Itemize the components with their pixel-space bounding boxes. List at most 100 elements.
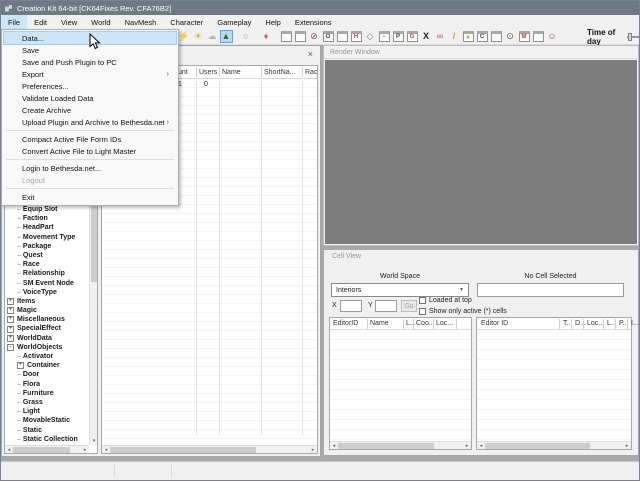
prohibit-icon[interactable]: ⊘ bbox=[308, 30, 321, 43]
column-header-editorid[interactable]: Editor ID bbox=[481, 320, 508, 327]
scroll-right-icon[interactable]: ▸ bbox=[309, 446, 317, 454]
tree-item-equip-slot[interactable]: –Equip Slot bbox=[5, 205, 88, 214]
world-space-dropdown[interactable]: Interiors ▼ bbox=[331, 283, 469, 297]
expand-icon[interactable]: + bbox=[7, 326, 14, 333]
ref-list-hscroll-thumb[interactable] bbox=[485, 443, 590, 449]
tree-item-activator[interactable]: –Activator bbox=[5, 352, 88, 361]
scroll-right-icon[interactable]: ▸ bbox=[81, 446, 89, 454]
tree-item-faction[interactable]: –Faction bbox=[5, 214, 88, 223]
o-window-icon[interactable]: O bbox=[323, 31, 334, 42]
column-header-i[interactable]: I... bbox=[631, 320, 639, 327]
ref-list-header[interactable]: Editor IDT...D...Loc...L...P...I... bbox=[477, 318, 631, 330]
tree-item-movement-type[interactable]: –Movement Type bbox=[5, 233, 88, 242]
render-viewport[interactable] bbox=[325, 60, 637, 244]
tree-horizontal-scrollbar[interactable]: ◂ ▸ bbox=[5, 445, 89, 453]
clock-icon[interactable]: ⊙ bbox=[504, 30, 517, 43]
time-of-day-slider-thumb[interactable] bbox=[628, 33, 632, 41]
tree-item-items[interactable]: +Items bbox=[5, 297, 88, 306]
tree-item-magic[interactable]: +Magic bbox=[5, 306, 88, 315]
column-header-shortna[interactable]: ShortNa... bbox=[264, 69, 296, 76]
link-icon[interactable]: ∞ bbox=[434, 30, 447, 43]
tree-item-static-collection[interactable]: –Static Collection bbox=[5, 435, 88, 444]
light-bulb-icon[interactable]: ☀ bbox=[192, 30, 205, 43]
column-header-coo[interactable]: Coo... bbox=[416, 320, 435, 327]
scroll-left-icon[interactable]: ◂ bbox=[330, 442, 338, 450]
cell-list-hscroll-thumb[interactable] bbox=[338, 443, 434, 449]
tree-item-voicetype[interactable]: –VoiceType bbox=[5, 288, 88, 297]
show-only-active-checkbox[interactable] bbox=[419, 308, 426, 315]
scroll-left-icon[interactable]: ◂ bbox=[102, 446, 110, 454]
file-menu-item-logout[interactable]: Logout bbox=[4, 174, 176, 186]
menu-world[interactable]: World bbox=[84, 15, 117, 29]
tree-item-furniture[interactable]: –Furniture bbox=[5, 389, 88, 398]
expand-icon[interactable]: + bbox=[7, 316, 14, 323]
c-window-icon[interactable]: C bbox=[477, 31, 488, 42]
g-window-icon[interactable]: G bbox=[407, 31, 418, 42]
expand-icon[interactable]: + bbox=[7, 298, 14, 305]
column-header-users[interactable]: Users bbox=[199, 69, 217, 76]
pick-icon[interactable]: / bbox=[448, 30, 461, 43]
scroll-left-icon[interactable]: ◂ bbox=[477, 442, 485, 450]
h-window-icon[interactable]: H bbox=[351, 31, 362, 42]
column-header-l[interactable]: L... bbox=[406, 320, 416, 327]
cube-icon[interactable]: ◇ bbox=[364, 30, 377, 43]
file-menu-item-convert-active-file-to-light-master[interactable]: Convert Active File to Light Master bbox=[4, 145, 176, 157]
cell-list-header[interactable]: EditorIDNameL...Coo...Loc... bbox=[330, 318, 471, 330]
tree-item-grass[interactable]: –Grass bbox=[5, 398, 88, 407]
column-header-name[interactable]: Name bbox=[222, 69, 241, 76]
menu-edit[interactable]: Edit bbox=[27, 15, 54, 29]
dot-window-icon[interactable]: ▫ bbox=[379, 31, 390, 42]
menu-file[interactable]: File bbox=[1, 15, 27, 29]
y-input[interactable] bbox=[375, 300, 397, 312]
file-menu-item-login-to-bethesda-net[interactable]: Login to Bethesda.net... bbox=[4, 162, 176, 174]
cell-list-hscrollbar[interactable]: ◂ ▸ bbox=[330, 441, 471, 449]
menu-character[interactable]: Character bbox=[163, 15, 210, 29]
cell-list-body[interactable] bbox=[330, 330, 471, 441]
speech-bubble-icon[interactable]: ○ bbox=[240, 30, 253, 43]
expand-icon[interactable]: + bbox=[17, 362, 24, 369]
list-hscroll-thumb[interactable] bbox=[110, 447, 256, 453]
x-input[interactable] bbox=[340, 300, 362, 312]
column-header-loc[interactable]: Loc... bbox=[587, 320, 604, 327]
file-menu-item-upload-plugin-and-archive-to-bethesda-net[interactable]: Upload Plugin and Archive to Bethesda.ne… bbox=[4, 116, 176, 128]
menu-extensions[interactable]: Extensions bbox=[288, 15, 339, 29]
tree-item-package[interactable]: –Package bbox=[5, 242, 88, 251]
go-button[interactable]: Go bbox=[401, 300, 417, 312]
column-header-loc[interactable]: Loc... bbox=[436, 320, 453, 327]
tree-item-relationship[interactable]: –Relationship bbox=[5, 269, 88, 278]
list-horizontal-scrollbar[interactable]: ◂ ▸ bbox=[102, 445, 317, 453]
tree-hscroll-thumb[interactable] bbox=[13, 447, 70, 453]
tree-item-quest[interactable]: –Quest bbox=[5, 251, 88, 260]
time-of-day-slider[interactable] bbox=[627, 36, 639, 38]
fog-icon[interactable]: ☁ bbox=[206, 30, 219, 43]
tree-item-container[interactable]: +Container bbox=[5, 361, 88, 370]
scroll-right-icon[interactable]: ▸ bbox=[623, 442, 631, 450]
column-header-d[interactable]: D... bbox=[575, 320, 586, 327]
file-menu-item-exit[interactable]: Exit bbox=[4, 191, 176, 203]
tree-item-headpart[interactable]: –HeadPart bbox=[5, 223, 88, 232]
window-icon-5[interactable] bbox=[533, 31, 544, 42]
scroll-right-icon[interactable]: ▸ bbox=[463, 442, 471, 450]
tree-item-race[interactable]: –Race bbox=[5, 260, 88, 269]
file-menu-item-export[interactable]: Export› bbox=[4, 68, 176, 80]
close-icon[interactable]: × bbox=[308, 49, 313, 59]
p-window-icon[interactable]: P bbox=[393, 31, 404, 42]
file-menu-item-save-and-push-plugin-to-pc[interactable]: Save and Push Plugin to PC bbox=[4, 56, 176, 68]
window-icon-2[interactable] bbox=[295, 31, 306, 42]
face-icon[interactable]: ☺ bbox=[546, 30, 559, 43]
tree-item-miscellaneous[interactable]: +Miscellaneous bbox=[5, 315, 88, 324]
file-menu-item-validate-loaded-data[interactable]: Validate Loaded Data bbox=[4, 92, 176, 104]
tree-item-flora[interactable]: –Flora bbox=[5, 380, 88, 389]
menu-navmesh[interactable]: NavMesh bbox=[118, 15, 164, 29]
column-header-race[interactable]: Race bbox=[305, 69, 318, 76]
tree-item-specialeffect[interactable]: +SpecialEffect bbox=[5, 324, 88, 333]
cell-filter-input[interactable] bbox=[477, 283, 624, 297]
file-menu-item-preferences[interactable]: Preferences... bbox=[4, 80, 176, 92]
ref-list-body[interactable] bbox=[477, 330, 631, 441]
window-icon-4[interactable] bbox=[491, 31, 502, 42]
column-header-editorid[interactable]: EditorID bbox=[333, 320, 358, 327]
tree-item-sm-event-node[interactable]: –SM Event Node bbox=[5, 279, 88, 288]
scroll-down-icon[interactable]: ▾ bbox=[90, 437, 98, 445]
collapse-icon[interactable]: - bbox=[7, 344, 14, 351]
file-menu-item-compact-active-file-form-ids[interactable]: Compact Active File Form IDs bbox=[4, 133, 176, 145]
